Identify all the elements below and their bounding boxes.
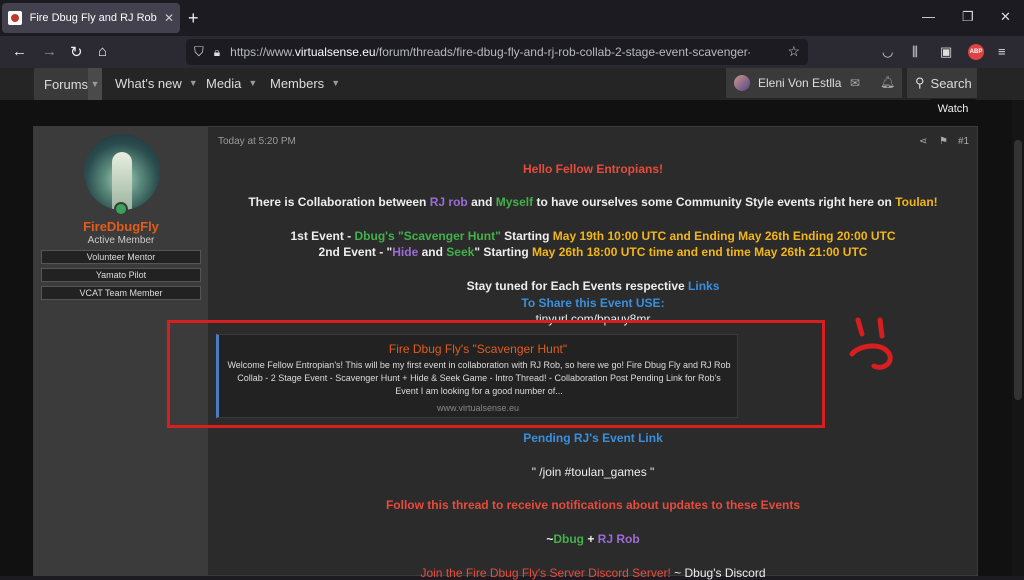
chevron-down-icon[interactable]: ▼ [189, 78, 198, 88]
follow-line: Follow this thread to receive notificati… [385, 498, 801, 512]
author-badge: Volunteer Mentor [41, 250, 201, 264]
event1-line: 1st Event - Dbug's "Scavenger Hunt" Star… [290, 229, 896, 243]
back-icon[interactable]: ← [12, 43, 27, 60]
site-favicon-icon [8, 11, 22, 25]
sidebar-icon[interactable]: ▣ [940, 44, 952, 60]
greeting-line: Hello Fellow Entropians! [522, 162, 663, 176]
url-text[interactable]: https://www.virtualsense.eu/forum/thread… [230, 45, 750, 59]
sad-face-annotation-icon [849, 317, 893, 370]
browser-tab-bar: Fire Dbug Fly and RJ Rob Collab - 2 Stag… [0, 0, 1024, 36]
author-role: Active Member [87, 235, 155, 246]
nav-members[interactable]: Members ▼ [270, 68, 340, 98]
join-command: " /join #toulan_games " [531, 465, 655, 479]
shield-icon[interactable]: ⛉ [194, 44, 204, 60]
search-button[interactable]: ⚲ Search [907, 68, 977, 98]
nav-forums-label: Forums [44, 76, 89, 92]
adblock-icon[interactable]: ABP [968, 44, 984, 60]
lock-icon[interactable]: 🔒︎ [214, 45, 220, 60]
browser-nav-bar: ← → ↻ ⌂ ⛉ 🔒︎ https://www.virtualsense.eu… [0, 36, 1024, 68]
nav-media[interactable]: Media ▼ [206, 68, 257, 98]
online-indicator-icon [114, 202, 128, 216]
pocket-icon[interactable]: ◡ [882, 44, 893, 60]
stay-tuned-line: Stay tuned for Each Events respective Li… [466, 279, 720, 293]
author-name[interactable]: FireDbugFly [34, 219, 208, 234]
library-icon[interactable]: ⫼ [912, 44, 918, 60]
watch-tooltip: Watch [929, 99, 977, 119]
nav-media-label: Media [206, 75, 242, 91]
share-icon[interactable]: ⋖ [919, 136, 927, 147]
chevron-down-icon[interactable]: ▼ [248, 78, 257, 88]
bookmark-star-icon[interactable]: ☆ [787, 43, 800, 60]
tab-close-icon[interactable]: ✕ [164, 11, 174, 25]
tab-title: Fire Dbug Fly and RJ Rob Collab - 2 Stag… [29, 12, 158, 24]
share-line: To Share this Event USE: [521, 296, 665, 310]
post-date[interactable]: Today at 5:20 PM [218, 136, 296, 147]
window-close-icon[interactable]: ✕ [1000, 9, 1011, 25]
post-number[interactable]: #1 [958, 136, 969, 147]
browser-tab-active[interactable]: Fire Dbug Fly and RJ Rob Collab - 2 Stag… [2, 3, 180, 33]
inbox-icon[interactable]: ✉ [850, 76, 860, 90]
nav-forums-dropdown[interactable]: ▼ [88, 68, 102, 100]
bookmark-icon[interactable]: ⚑ [939, 136, 948, 147]
author-badge: VCAT Team Member [41, 286, 201, 300]
discord-link[interactable]: Join the Fire Dbug Fly's Server Discord … [420, 566, 670, 580]
address-bar[interactable]: ⛉ 🔒︎ https://www.virtualsense.eu/forum/t… [186, 39, 808, 65]
maximize-icon[interactable]: ❐ [962, 9, 974, 25]
chevron-down-icon: ▼ [90, 79, 100, 89]
links-link[interactable]: Links [688, 279, 719, 293]
reload-icon[interactable]: ↻ [70, 43, 83, 61]
event2-line: 2nd Event - "Hide and Seek" Starting May… [318, 245, 868, 259]
collab-line: There is Collaboration between RJ rob an… [248, 195, 938, 209]
nav-members-label: Members [270, 75, 325, 91]
user-name[interactable]: Eleni Von Estlla [758, 76, 841, 90]
scrollbar[interactable] [1012, 100, 1024, 576]
menu-icon[interactable]: ≡ [998, 44, 1006, 59]
search-label: Search [930, 75, 972, 91]
home-icon[interactable]: ⌂ [98, 43, 107, 60]
author-badge: Yamato Pilot [41, 268, 201, 282]
annotation-red-box [167, 320, 825, 428]
scrollbar-thumb[interactable] [1014, 140, 1022, 400]
user-account-box[interactable]: Eleni Von Estlla ✉ 🔔︎ [726, 68, 902, 98]
minimize-icon[interactable]: — [922, 9, 935, 24]
discord-line: Join the Fire Dbug Fly's Server Discord … [420, 566, 766, 580]
search-icon: ⚲ [915, 75, 925, 90]
chevron-down-icon[interactable]: ▼ [331, 78, 340, 88]
forward-icon[interactable]: → [42, 43, 57, 60]
avatar[interactable] [734, 75, 750, 91]
bell-icon[interactable]: 🔔︎ [880, 75, 895, 89]
nav-whats-new-label: What's new [115, 75, 182, 91]
author-avatar[interactable] [84, 134, 160, 210]
signature-line: ~Dbug + RJ Rob [546, 532, 640, 546]
forum-nav: Forums ▼ What's new ▼ Media ▼ Members ▼ Ele… [0, 68, 1024, 100]
pending-link[interactable]: Pending RJ's Event Link [208, 431, 978, 445]
nav-whats-new[interactable]: What's new ▼ [115, 68, 198, 98]
new-tab-icon[interactable]: + [188, 8, 199, 29]
